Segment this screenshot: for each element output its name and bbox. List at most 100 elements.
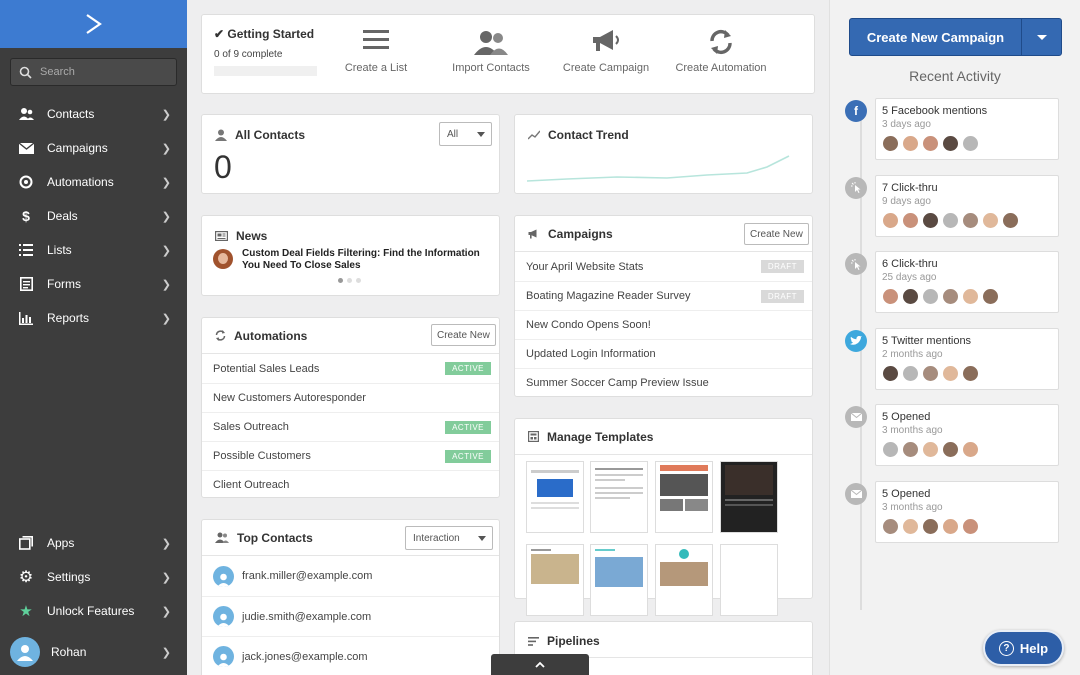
list-item[interactable]: Potential Sales Leads ACTIVE xyxy=(202,354,499,383)
nav-apps[interactable]: Apps ❯ xyxy=(0,526,187,560)
avatar[interactable] xyxy=(882,211,899,229)
list-item[interactable]: Possible Customers ACTIVE xyxy=(202,441,499,470)
activity-item[interactable]: f 5 Facebook mentions 3 days ago xyxy=(845,98,1059,160)
carousel-dot[interactable] xyxy=(338,278,343,283)
activity-item[interactable]: 5 Opened 3 months ago xyxy=(845,404,1059,467)
template-thumbnail[interactable] xyxy=(590,544,648,616)
nav-unlock-features[interactable]: ★ Unlock Features ❯ xyxy=(0,594,187,628)
create-campaign-dropdown[interactable] xyxy=(1022,19,1061,55)
avatar[interactable] xyxy=(922,364,939,382)
avatar[interactable] xyxy=(982,288,999,306)
create-list-action[interactable]: Create a List xyxy=(326,29,426,74)
create-new-campaign-button[interactable]: Create New Campaign xyxy=(849,18,1062,56)
template-thumbnail[interactable] xyxy=(655,544,713,616)
template-thumbnail-blank[interactable] xyxy=(720,544,778,616)
avatar[interactable] xyxy=(942,518,959,535)
list-item[interactable]: New Condo Opens Soon! xyxy=(515,310,812,339)
template-thumbnail[interactable] xyxy=(720,461,778,533)
template-thumbnail[interactable] xyxy=(526,544,584,616)
avatar[interactable] xyxy=(882,364,899,382)
contact-row[interactable]: jack.jones@example.com xyxy=(202,636,499,675)
activity-card[interactable]: 6 Click-thru 25 days ago xyxy=(875,251,1059,314)
avatar[interactable] xyxy=(982,211,999,229)
nav-reports[interactable]: Reports ❯ xyxy=(0,301,187,335)
news-carousel-dots[interactable] xyxy=(338,278,361,283)
search-box[interactable] xyxy=(10,58,177,86)
template-thumbnail[interactable] xyxy=(526,461,584,533)
create-campaign-action[interactable]: Create Campaign xyxy=(556,29,656,74)
avatar[interactable] xyxy=(942,288,959,306)
list-item[interactable]: Client Outreach xyxy=(202,470,499,499)
avatar[interactable] xyxy=(922,518,939,535)
help-button[interactable]: ? Help xyxy=(983,630,1064,666)
avatar[interactable] xyxy=(962,364,979,382)
contact-row[interactable]: frank.miller@example.com xyxy=(202,556,499,596)
search-input[interactable] xyxy=(40,66,170,78)
news-headline-link[interactable]: Custom Deal Fields Filtering: Find the I… xyxy=(242,248,487,272)
list-item[interactable]: Updated Login Information xyxy=(515,339,812,368)
list-item[interactable]: Sales Outreach ACTIVE xyxy=(202,412,499,441)
campaigns-create-new-button[interactable]: Create New xyxy=(744,223,809,245)
create-new-campaign-label[interactable]: Create New Campaign xyxy=(850,19,1022,55)
avatar[interactable] xyxy=(902,211,919,229)
nav-lists[interactable]: Lists ❯ xyxy=(0,233,187,267)
activity-card[interactable]: 5 Facebook mentions 3 days ago xyxy=(875,98,1059,160)
avatar[interactable] xyxy=(942,441,959,459)
avatar[interactable] xyxy=(922,288,939,306)
all-contacts-filter[interactable]: All xyxy=(439,122,492,146)
scroll-up-tab[interactable] xyxy=(491,654,589,675)
avatar[interactable] xyxy=(962,518,979,535)
avatar[interactable] xyxy=(902,518,919,535)
list-item[interactable]: New Customers Autoresponder xyxy=(202,383,499,412)
avatar[interactable] xyxy=(882,518,899,535)
activity-card[interactable]: 7 Click-thru 9 days ago xyxy=(875,174,1059,237)
avatar[interactable] xyxy=(882,441,899,459)
nav-forms[interactable]: Forms ❯ xyxy=(0,267,187,301)
avatar[interactable] xyxy=(882,135,899,152)
template-icon xyxy=(528,431,539,442)
avatar[interactable] xyxy=(942,135,959,152)
avatar[interactable] xyxy=(902,135,919,152)
avatar[interactable] xyxy=(942,211,959,229)
contact-row[interactable]: judie.smith@example.com xyxy=(202,596,499,636)
activity-item[interactable]: 5 Twitter mentions 2 months ago xyxy=(845,327,1059,390)
carousel-dot[interactable] xyxy=(356,278,361,283)
avatar[interactable] xyxy=(902,441,919,459)
activity-card[interactable]: 5 Opened 3 months ago xyxy=(875,481,1059,543)
import-contacts-action[interactable]: Import Contacts xyxy=(441,29,541,74)
avatar[interactable] xyxy=(942,364,959,382)
activity-item[interactable]: 5 Opened 3 months ago xyxy=(845,481,1059,543)
avatar[interactable] xyxy=(902,288,919,306)
envelope-icon xyxy=(18,140,34,156)
top-contacts-filter[interactable]: Interaction xyxy=(405,526,493,550)
logo[interactable] xyxy=(0,0,187,48)
avatar[interactable] xyxy=(1002,211,1019,229)
nav-user[interactable]: Rohan ❯ xyxy=(0,634,187,670)
automations-create-new-button[interactable]: Create New xyxy=(431,324,496,346)
avatar[interactable] xyxy=(922,211,939,229)
avatar[interactable] xyxy=(962,211,979,229)
avatar[interactable] xyxy=(902,364,919,382)
activity-item[interactable]: 7 Click-thru 9 days ago xyxy=(845,174,1059,237)
avatar[interactable] xyxy=(882,288,899,306)
template-thumbnail[interactable] xyxy=(590,461,648,533)
list-item[interactable]: Boating Magazine Reader Survey DRAFT xyxy=(515,281,812,310)
nav-deals[interactable]: $ Deals ❯ xyxy=(0,199,187,233)
avatar[interactable] xyxy=(962,288,979,306)
activity-item[interactable]: 6 Click-thru 25 days ago xyxy=(845,251,1059,314)
nav-automations[interactable]: Automations ❯ xyxy=(0,165,187,199)
avatar[interactable] xyxy=(922,135,939,152)
carousel-dot[interactable] xyxy=(347,278,352,283)
avatar[interactable] xyxy=(922,441,939,459)
create-automation-action[interactable]: Create Automation xyxy=(671,29,771,74)
activity-card[interactable]: 5 Twitter mentions 2 months ago xyxy=(875,327,1059,390)
list-item[interactable]: Your April Website Stats DRAFT xyxy=(515,252,812,281)
avatar[interactable] xyxy=(962,441,979,459)
avatar[interactable] xyxy=(962,135,979,152)
activity-card[interactable]: 5 Opened 3 months ago xyxy=(875,404,1059,467)
nav-settings[interactable]: ⚙ Settings ❯ xyxy=(0,560,187,594)
list-item[interactable]: Summer Soccer Camp Preview Issue xyxy=(515,368,812,397)
template-thumbnail[interactable] xyxy=(655,461,713,533)
nav-campaigns[interactable]: Campaigns ❯ xyxy=(0,131,187,165)
nav-contacts[interactable]: Contacts ❯ xyxy=(0,97,187,131)
